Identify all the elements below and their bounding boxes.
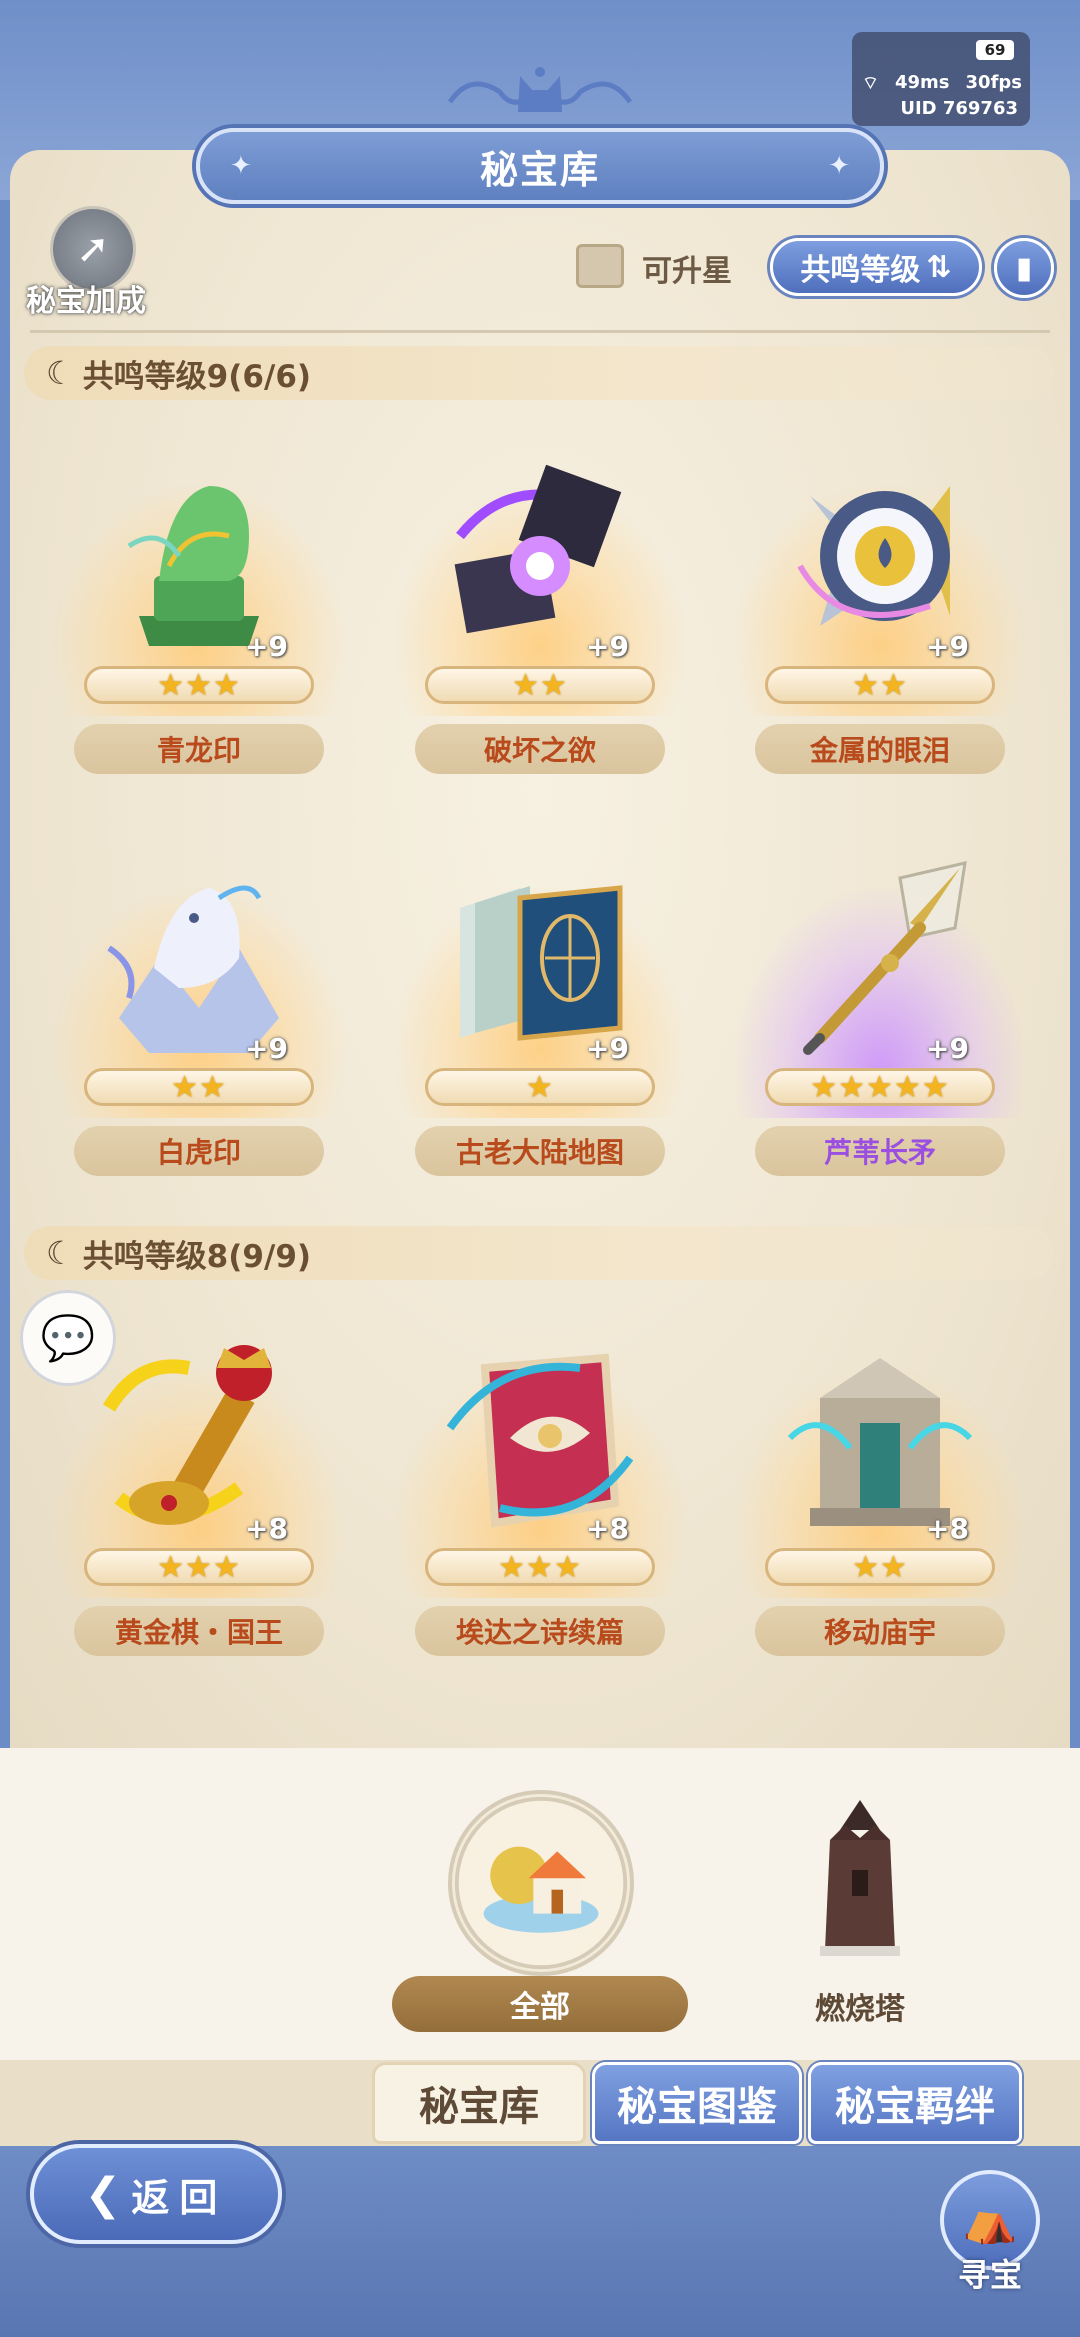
level-badge: +9	[245, 1032, 288, 1065]
treasure-card[interactable]: +8 ★★★ 埃达之诗续篇	[395, 1328, 685, 1658]
cat-emblem-icon	[447, 67, 633, 112]
treasure-name: 黄金棋・国王	[74, 1606, 324, 1656]
level-badge: +9	[926, 630, 969, 663]
level-badge: +8	[926, 1512, 969, 1545]
star-pedestal: ★★★★★	[765, 1068, 995, 1106]
chat-bubble-icon[interactable]: 💬	[20, 1290, 116, 1386]
white-tiger-seal-icon	[107, 885, 279, 1053]
star-rating: ★★	[852, 1549, 908, 1585]
uid-value: UID 769763	[900, 98, 1018, 119]
network-status-box: 69 ⌔ 49ms 30fps UID 769763	[852, 32, 1030, 126]
star-rating: ★★★	[157, 1549, 241, 1585]
star-pedestal: ★★	[84, 1068, 314, 1106]
moon-icon: ☾	[46, 1234, 75, 1272]
treasure-name: 白虎印	[74, 1126, 324, 1176]
star-pedestal: ★★	[425, 666, 655, 704]
treasure-card[interactable]: +9 ★★★★★ 芦苇长矛	[735, 848, 1025, 1178]
all-islands-icon[interactable]	[448, 1790, 634, 1976]
back-arrow-icon: ❮	[84, 2168, 122, 2220]
star-rating: ★★★★★	[810, 1069, 950, 1105]
back-button[interactable]: ❮ 返回	[30, 2144, 282, 2244]
star-pedestal: ★★★	[84, 1548, 314, 1586]
treasure-name: 移动庙宇	[755, 1606, 1005, 1656]
page-title: 秘宝库	[479, 147, 600, 192]
star-pedestal: ★★	[765, 666, 995, 704]
fps-value: 30fps	[965, 72, 1022, 93]
sparkle-icon: ✦	[230, 151, 252, 181]
treasure-name: 古老大陆地图	[415, 1126, 665, 1176]
star-rating: ★★	[852, 667, 908, 703]
burning-tower-icon[interactable]	[800, 1800, 920, 1960]
destruction-cube-icon	[454, 464, 622, 634]
star-pedestal: ★★★	[84, 666, 314, 704]
treasure-card[interactable]: +9 ★★★ 青龙印	[54, 446, 344, 776]
treasure-bonus-label[interactable]: 秘宝加成	[26, 276, 146, 320]
level-badge: +9	[926, 1032, 969, 1065]
tab-catalog[interactable]: 秘宝图鉴	[592, 2062, 802, 2144]
section-title: 共鸣等级8(9/9)	[82, 1238, 312, 1275]
divider	[30, 330, 1050, 333]
sparkle-icon: ✦	[828, 151, 850, 181]
level-badge: +9	[586, 1032, 629, 1065]
star-rating: ★★★	[498, 1549, 582, 1585]
treasure-name: 芦苇长矛	[755, 1126, 1005, 1176]
upgradable-label[interactable]: 可升星	[642, 246, 732, 290]
treasure-card[interactable]: +9 ★ 古老大陆地图	[395, 848, 685, 1178]
treasure-hunt-label[interactable]: 寻宝	[940, 2250, 1040, 2296]
metal-teardrop-shield-icon	[797, 486, 950, 626]
sort-toggle-icon: ⇅	[926, 249, 952, 285]
level-badge: +8	[586, 1512, 629, 1545]
moon-icon: ☾	[46, 354, 75, 392]
filter-all-button[interactable]: 全部	[392, 1976, 688, 2032]
star-pedestal: ★	[425, 1068, 655, 1106]
jade-dragon-seal-icon	[127, 486, 259, 646]
ancient-map-book-icon	[460, 885, 623, 1041]
secret-treasure-vault-screen: ✦ 秘宝库 ✦ 69 ⌔ 49ms 30fps UID 769763 ➚ 秘宝加…	[0, 0, 1080, 2337]
treasure-name: 青龙印	[74, 724, 324, 774]
star-pedestal: ★★	[765, 1548, 995, 1586]
ping-value: 49ms	[894, 72, 950, 93]
reed-spear-icon	[803, 861, 967, 1055]
tab-bonds[interactable]: 秘宝羁绊	[808, 2062, 1022, 2144]
info-book-icon[interactable]: ▮	[994, 238, 1054, 298]
wifi-icon: ⌔	[862, 73, 879, 94]
edda-poem-book-icon	[446, 1353, 634, 1528]
section-header: ☾ 共鸣等级9(6/6)	[24, 346, 1054, 400]
level-badge: +9	[586, 630, 629, 663]
treasure-card[interactable]: +9 ★★ 金属的眼泪	[735, 446, 1025, 776]
treasure-card[interactable]: +9 ★★ 破坏之欲	[395, 446, 685, 776]
star-rating: ★★	[512, 667, 568, 703]
moving-temple-icon	[787, 1358, 973, 1526]
back-label: 返回	[131, 2175, 228, 2220]
star-rating: ★★★	[157, 667, 241, 703]
treasure-name: 金属的眼泪	[755, 724, 1005, 774]
upgradable-checkbox[interactable]	[576, 244, 624, 288]
level-badge: +8	[245, 1512, 288, 1545]
treasure-name: 埃达之诗续篇	[415, 1606, 665, 1656]
title-banner: ✦ 秘宝库 ✦	[196, 128, 884, 204]
filter-tower-label[interactable]: 燃烧塔	[780, 1984, 940, 2028]
sort-resonance-button[interactable]: 共鸣等级 ⇅	[770, 238, 982, 296]
golden-king-chess-icon	[102, 1345, 272, 1525]
sort-label: 共鸣等级	[800, 253, 921, 288]
treasure-card[interactable]: +9 ★★ 白虎印	[54, 848, 344, 1178]
section-title: 共鸣等级9(6/6)	[82, 358, 312, 395]
level-badge: +9	[245, 630, 288, 663]
star-pedestal: ★★★	[425, 1548, 655, 1586]
tab-vault[interactable]: 秘宝库	[372, 2062, 586, 2144]
treasure-card[interactable]: +8 ★★★ 黄金棋・国王	[54, 1328, 344, 1658]
treasure-card[interactable]: +8 ★★ 移动庙宇	[735, 1328, 1025, 1658]
section-header: ☾ 共鸣等级8(9/9)	[24, 1226, 1054, 1280]
star-rating: ★★	[171, 1069, 227, 1105]
star-rating: ★	[526, 1069, 554, 1105]
battery-indicator: 69	[976, 40, 1014, 60]
treasure-name: 破坏之欲	[415, 724, 665, 774]
